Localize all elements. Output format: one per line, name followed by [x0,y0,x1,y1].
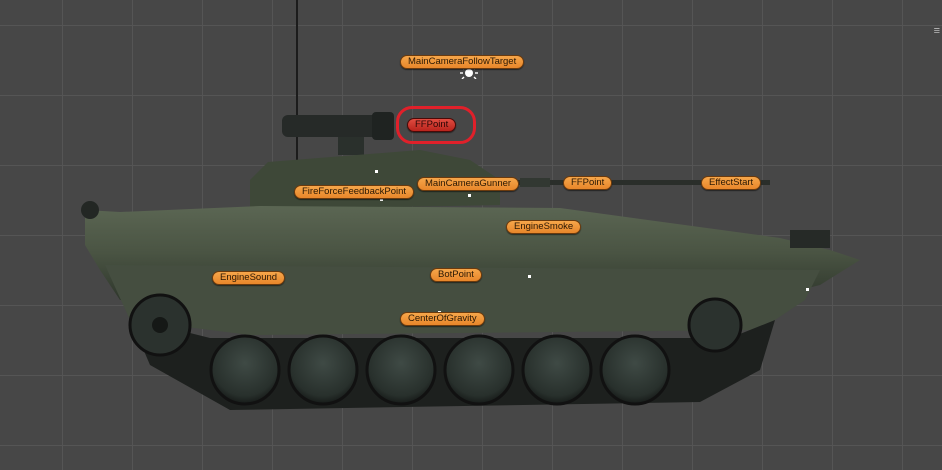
gizmo-dot [375,170,378,173]
gizmo-dot [468,194,471,197]
gizmo-dot [528,275,531,278]
hamburger-icon[interactable]: ≡ [934,26,940,37]
drive-sprocket [687,297,743,353]
scene-viewport[interactable]: MainCameraFollowTarget FFPoint FireForce… [0,0,942,470]
marker-fire-force-feedback-point[interactable]: FireForceFeedbackPoint [294,185,415,199]
gizmo-dot [806,288,809,291]
marker-center-of-gravity[interactable]: CenterOfGravity [400,312,485,326]
marker-main-camera-follow-target[interactable]: MainCameraFollowTarget [400,55,525,69]
marker-engine-smoke[interactable]: EngineSmoke [506,220,582,234]
marker-effect-start[interactable]: EffectStart [701,176,762,190]
marker-engine-sound[interactable]: EngineSound [212,271,286,285]
marker-main-camera-gunner[interactable]: MainCameraGunner [417,177,520,191]
marker-ffpoint-selected[interactable]: FFPoint [407,118,457,132]
marker-ffpoint[interactable]: FFPoint [563,176,613,190]
marker-bot-point[interactable]: BotPoint [430,268,482,282]
